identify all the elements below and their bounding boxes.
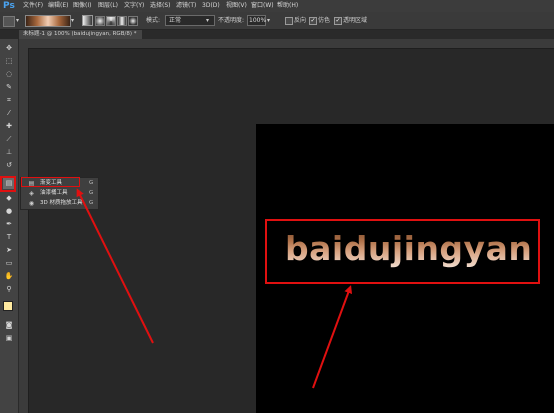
tool-preset-picker[interactable]	[3, 16, 15, 27]
brush-tool-icon[interactable]: ⟋	[3, 134, 15, 145]
mode-label: 模式:	[146, 17, 161, 24]
options-bar: ▾ ▾ 模式: 正常 ▾ 不透明度: 100% ▾ 反向 ✓ 仿色 ✓ 透明区域	[0, 12, 554, 30]
zoom-tool-icon[interactable]: ⚲	[3, 284, 15, 295]
vertical-ruler[interactable]	[19, 48, 29, 413]
reflected-gradient-icon[interactable]	[117, 16, 127, 26]
flyout-item-3d-material-drop-tool[interactable]: ◉ 3D 材质拖放工具 G	[21, 199, 98, 208]
menu-edit[interactable]: 编辑(E)	[48, 0, 68, 12]
photoshop-logo: Ps	[3, 1, 15, 11]
pen-tool-icon[interactable]: ✒	[3, 219, 15, 230]
menu-view[interactable]: 视图(V)	[226, 0, 247, 12]
menu-layer[interactable]: 图层(L)	[98, 0, 118, 12]
transparency-label: 透明区域	[343, 17, 368, 24]
menu-file[interactable]: 文件(F)	[23, 0, 43, 12]
flyout-item-shortcut: G	[89, 180, 94, 186]
dither-checkbox[interactable]: ✓	[309, 17, 317, 25]
quick-select-tool-icon[interactable]: ✎	[3, 82, 15, 93]
gradient-tool-highlight-box	[0, 176, 16, 192]
menu-3d[interactable]: 3D(D)	[202, 0, 220, 12]
gradient-preview[interactable]	[25, 15, 71, 27]
transparency-checkbox[interactable]: ✓	[334, 17, 342, 25]
mode-value: 正常	[169, 17, 182, 24]
chevron-down-icon: ▾	[206, 17, 210, 24]
path-selection-tool-icon[interactable]: ➤	[3, 245, 15, 256]
type-tool-icon[interactable]: T	[3, 232, 15, 243]
opacity-input[interactable]: 100%	[247, 15, 266, 26]
quick-mask-icon[interactable]: ◙	[3, 320, 15, 331]
menu-bar: Ps 文件(F) 编辑(E) 图像(I) 图层(L) 文字(Y) 选择(S) 滤…	[0, 0, 554, 12]
menu-filter[interactable]: 滤镜(T)	[176, 0, 196, 12]
linear-gradient-icon[interactable]	[82, 15, 93, 26]
gradient-picker-chevron-icon[interactable]: ▾	[71, 16, 76, 25]
menu-help[interactable]: 帮助(H)	[277, 0, 298, 12]
arrow-to-flyout	[76, 188, 154, 344]
document-tab[interactable]: 未标题-1 @ 100% (baidujingyan, RGB/8) * ×	[19, 30, 142, 39]
paint-bucket-icon: ◈	[29, 190, 34, 197]
horizontal-ruler[interactable]	[19, 39, 554, 49]
mode-dropdown[interactable]: 正常 ▾	[165, 15, 215, 26]
foreground-color-swatch[interactable]	[3, 301, 13, 311]
dodge-tool-icon[interactable]: ●	[3, 206, 15, 217]
text-highlight-box	[265, 219, 540, 284]
healing-brush-tool-icon[interactable]: ✚	[3, 121, 15, 132]
screen-mode-icon[interactable]: ▣	[3, 333, 15, 344]
chevron-down-icon[interactable]: ▾	[16, 16, 20, 25]
lasso-tool-icon[interactable]: ◌	[3, 69, 15, 80]
flyout-item-shortcut: G	[89, 200, 94, 206]
document-tab-title: 未标题-1 @ 100% (baidujingyan, RGB/8) *	[23, 31, 137, 37]
flyout-item-shortcut: G	[89, 190, 94, 196]
opacity-label: 不透明度:	[218, 17, 245, 24]
reverse-label: 反向	[294, 17, 307, 24]
crop-tool-icon[interactable]: ⌗	[3, 95, 15, 106]
flyout-item-label: 3D 材质拖放工具	[40, 200, 83, 206]
shape-tool-icon[interactable]: ▭	[3, 258, 15, 269]
flyout-item-paint-bucket-tool[interactable]: ◈ 油漆桶工具 G	[21, 189, 98, 198]
radial-gradient-icon[interactable]	[95, 16, 105, 26]
tools-panel: ✥ ⬚ ◌ ✎ ⌗ ⁄ ✚ ⟋ ⊥ ↺ ▱ ▤ ◆ ● ✒ T ➤ ▭ ✋ ⚲ …	[0, 39, 19, 413]
opacity-value: 100%	[249, 17, 267, 24]
flyout-item-label: 油漆桶工具	[40, 190, 68, 196]
move-tool-icon[interactable]: ✥	[3, 43, 15, 54]
flyout-highlight-box	[21, 177, 80, 187]
menu-type[interactable]: 文字(Y)	[124, 0, 144, 12]
marquee-tool-icon[interactable]: ⬚	[3, 56, 15, 67]
menu-window[interactable]: 窗口(W)	[251, 0, 274, 12]
menu-select[interactable]: 选择(S)	[150, 0, 171, 12]
history-brush-tool-icon[interactable]: ↺	[3, 160, 15, 171]
dither-label: 仿色	[318, 17, 331, 24]
opacity-chevron-icon[interactable]: ▾	[267, 16, 270, 25]
menu-image[interactable]: 图像(I)	[73, 0, 91, 12]
diamond-gradient-icon[interactable]	[128, 16, 138, 26]
clone-stamp-tool-icon[interactable]: ⊥	[3, 147, 15, 158]
eyedropper-tool-icon[interactable]: ⁄	[3, 108, 15, 119]
reverse-checkbox[interactable]	[285, 17, 293, 25]
angle-gradient-icon[interactable]	[106, 16, 116, 26]
blur-tool-icon[interactable]: ◆	[3, 193, 15, 204]
hand-tool-icon[interactable]: ✋	[3, 271, 15, 282]
3d-material-drop-icon: ◉	[28, 200, 35, 207]
